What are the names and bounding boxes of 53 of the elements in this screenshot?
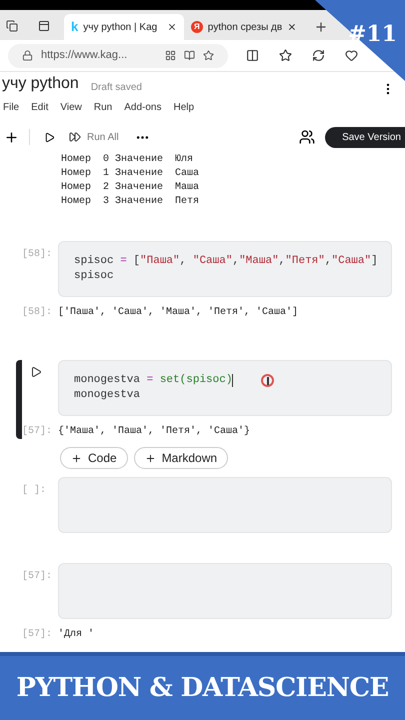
menu-item[interactable]: Add-ons xyxy=(124,100,162,115)
menu-item[interactable]: Run xyxy=(94,100,112,115)
channel-banner: PYTHON & DATASCIENCE xyxy=(0,652,405,720)
output-line: Номер 3 Значение Петя xyxy=(61,195,200,209)
code-line: monogestva = set(spisoc) xyxy=(74,373,232,388)
output-line: Номер 1 Значение Саша xyxy=(61,167,200,181)
run-all-button[interactable]: Run All xyxy=(69,130,119,144)
output-prompt: [57]: xyxy=(22,628,54,642)
add-cell-button[interactable]: Code xyxy=(60,447,128,469)
plus-icon xyxy=(144,452,156,464)
save-version-button[interactable]: Save Version xyxy=(325,126,405,148)
address-bar[interactable]: https://www.kag... xyxy=(8,44,228,68)
close-icon[interactable] xyxy=(287,22,297,32)
menu-item[interactable]: File xyxy=(3,100,20,115)
text-cursor-icon xyxy=(261,374,274,387)
notebook-title: учу python xyxy=(2,74,79,94)
site-logo: Я xyxy=(191,21,203,33)
run-cell-icon[interactable] xyxy=(30,366,42,378)
run-icon[interactable] xyxy=(44,132,55,142)
menu-item[interactable]: Edit xyxy=(31,100,48,115)
workspaces-icon[interactable] xyxy=(6,20,18,32)
menu-item[interactable]: View xyxy=(60,100,82,115)
new-tab-icon[interactable] xyxy=(314,20,328,34)
favorites-icon[interactable] xyxy=(279,49,292,62)
menu-item[interactable]: Help xyxy=(173,100,194,115)
output-prompt: [58]: xyxy=(22,306,54,320)
split-screen-icon[interactable] xyxy=(246,49,259,62)
cell-prompt: [57]: xyxy=(22,571,52,582)
cell-output: 'Для ' xyxy=(58,628,94,642)
add-icon[interactable] xyxy=(4,130,19,144)
tab-actions-icon[interactable] xyxy=(38,20,50,32)
browser-tab[interactable]: k учу python | Kag xyxy=(64,14,184,40)
cell-prompt: [58]: xyxy=(22,249,52,260)
episode-number: #11 xyxy=(348,20,397,49)
run-all-icon xyxy=(69,131,81,143)
cell-output: ['Паша', 'Саша', 'Маша', 'Петя', 'Саша'] xyxy=(58,306,298,320)
site-logo: k xyxy=(71,18,78,36)
code-line: spisoc xyxy=(74,269,114,284)
code-editor[interactable]: spisoc = ["Паша", "Саша","Маша","Петя","Саша"] spisoc xyxy=(58,241,392,297)
plus-icon xyxy=(71,452,82,464)
code-line: spisoc = ["Паша", "Саша","Маша","Петя","Саша"] xyxy=(74,254,378,269)
cell-prompt: [ ]: xyxy=(22,485,46,496)
code-editor[interactable]: monogestva = set(spisoc) monogestva xyxy=(58,360,392,416)
code-line: monogestva xyxy=(74,388,140,403)
collaborators-icon[interactable] xyxy=(299,129,316,145)
output-line: Номер 2 Значение Маша xyxy=(61,181,200,195)
output-prompt: [57]: xyxy=(22,424,54,439)
add-cell-button[interactable]: Markdown xyxy=(134,447,228,469)
cell-output: {'Маша', 'Паша', 'Петя', 'Саша'} xyxy=(58,424,250,439)
save-status: Draft saved xyxy=(90,81,142,95)
close-icon[interactable] xyxy=(167,22,177,32)
output-line: Номер 0 Значение Юля xyxy=(61,153,194,167)
browser-tab[interactable]: Я python срезы дв xyxy=(184,14,304,40)
